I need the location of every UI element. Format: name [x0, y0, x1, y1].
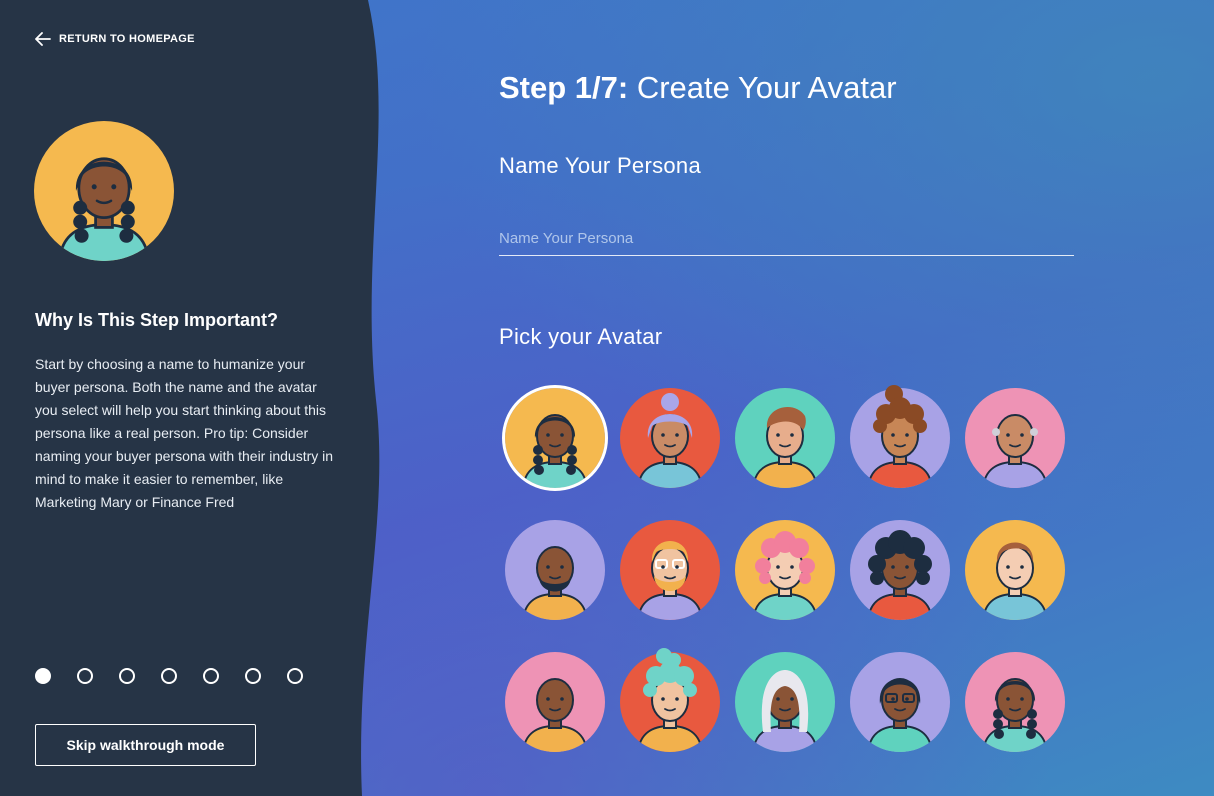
- why-description: Start by choosing a name to humanize you…: [35, 356, 334, 510]
- step-dot-1[interactable]: [35, 668, 51, 684]
- step-dot-4[interactable]: [161, 668, 177, 684]
- step-title: Create Your Avatar: [636, 70, 897, 105]
- avatar-option-2[interactable]: [620, 388, 720, 488]
- avatar-illustration-icon: [965, 652, 1065, 752]
- avatar-illustration-icon: [850, 385, 950, 488]
- avatar-option-11[interactable]: [505, 652, 605, 752]
- avatar-option-14[interactable]: [850, 652, 950, 752]
- avatar-illustration-icon: [965, 388, 1065, 488]
- avatar-option-5[interactable]: [965, 388, 1065, 488]
- avatar-option-1[interactable]: [502, 385, 608, 491]
- avatar-illustration-icon: [850, 652, 950, 752]
- avatar-illustration-icon: [505, 520, 605, 620]
- avatar-grid: [502, 385, 1065, 752]
- page-title: Step 1/7: Create Your Avatar: [499, 70, 897, 106]
- step-progress-dots: [35, 668, 303, 684]
- return-to-homepage-label: RETURN TO HOMEPAGE: [59, 33, 195, 45]
- avatar-option-6[interactable]: [505, 520, 605, 620]
- avatar-illustration-icon: [505, 652, 605, 752]
- avatar-option-9[interactable]: [850, 520, 950, 620]
- persona-name-input[interactable]: [499, 222, 1074, 256]
- avatar-illustration-icon: [735, 652, 835, 752]
- step-dot-2[interactable]: [77, 668, 93, 684]
- avatar-option-4[interactable]: [850, 385, 950, 488]
- name-persona-label: Name Your Persona: [499, 153, 702, 178]
- avatar-illustration-icon: [965, 520, 1065, 620]
- avatar-option-7[interactable]: [620, 520, 720, 620]
- avatar-illustration-icon: [505, 388, 605, 488]
- avatar-illustration-icon: [850, 520, 950, 620]
- avatar-illustration-icon: [735, 388, 835, 488]
- avatar-option-15[interactable]: [965, 652, 1065, 752]
- pick-avatar-label: Pick your Avatar: [499, 324, 663, 349]
- avatar-illustration-icon: [620, 520, 720, 620]
- return-to-homepage-link[interactable]: RETURN TO HOMEPAGE: [35, 32, 195, 46]
- avatar-option-13[interactable]: [735, 652, 835, 752]
- avatar-option-8[interactable]: [735, 520, 835, 620]
- avatar-illustration-icon: [34, 121, 174, 261]
- why-heading: Why Is This Step Important?: [35, 310, 279, 330]
- selected-avatar-preview: [34, 121, 174, 261]
- avatar-option-3[interactable]: [735, 388, 835, 488]
- step-counter: Step 1/7:: [499, 70, 629, 105]
- avatar-illustration-icon: [620, 388, 720, 488]
- avatar-illustration-icon: [735, 520, 835, 620]
- avatar-option-10[interactable]: [965, 520, 1065, 620]
- arrow-left-icon: [35, 32, 51, 46]
- avatar-illustration-icon: [620, 648, 720, 752]
- step-dot-3[interactable]: [119, 668, 135, 684]
- avatar-option-12[interactable]: [620, 648, 720, 752]
- skip-walkthrough-button[interactable]: Skip walkthrough mode: [35, 724, 256, 766]
- sidebar: RETURN TO HOMEPAGE Why Is This Step Impo…: [0, 0, 360, 796]
- step-dot-7[interactable]: [287, 668, 303, 684]
- step-dot-6[interactable]: [245, 668, 261, 684]
- step-dot-5[interactable]: [203, 668, 219, 684]
